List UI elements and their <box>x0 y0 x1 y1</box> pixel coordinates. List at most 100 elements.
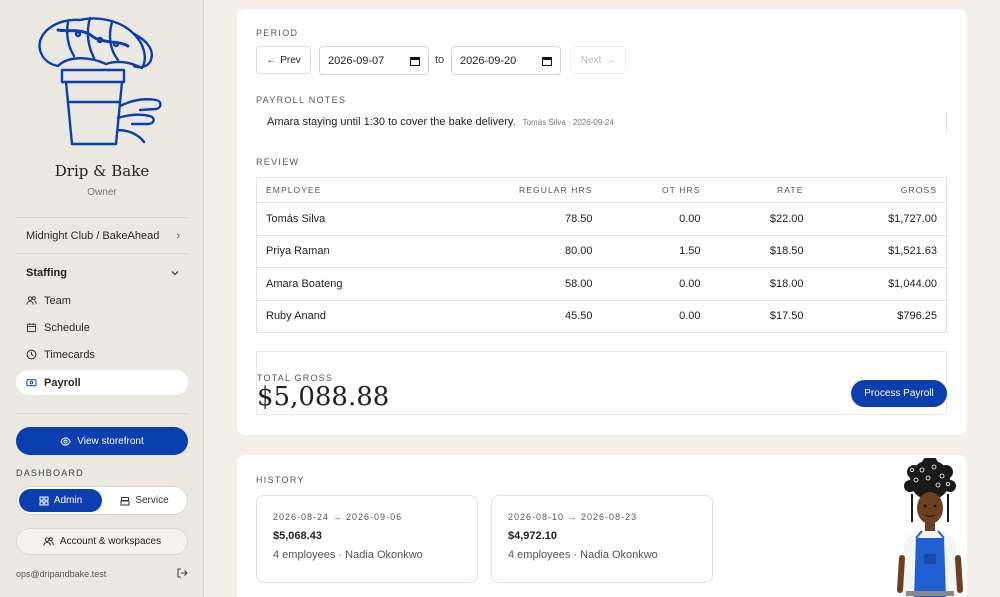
history-range: 2026-08-10 → 2026-08-23 <box>508 512 638 522</box>
sidebar-item-label: Payroll <box>44 376 81 389</box>
sidebar-item-label: Schedule <box>44 321 90 334</box>
sidebar-item-schedule[interactable]: Schedule <box>16 315 188 340</box>
calendar-icon <box>542 56 552 66</box>
date-range-separator: to <box>435 54 445 66</box>
note-meta: Tomás Silva · 2026-09-24 <box>522 117 614 127</box>
employee-cell: Ruby Anand <box>256 300 427 333</box>
staffing-label: Staffing <box>26 267 67 279</box>
gross-cell: $1,521.63 <box>812 235 947 268</box>
user-role: Owner <box>87 187 117 198</box>
grid-icon <box>39 496 49 506</box>
regular-hrs-cell: 80.00 <box>426 235 602 268</box>
regular-hrs-cell: 45.50 <box>426 300 602 333</box>
payroll-icon <box>26 379 37 387</box>
calendar-icon <box>26 323 37 333</box>
dashboard-mode-toggle: Admin Service <box>16 486 188 515</box>
sidebar-item-label: Timecards <box>44 348 95 361</box>
note-text: Amara staying until 1:30 to cover the ba… <box>267 116 516 128</box>
table-row: Priya Raman 80.00 1.50 $18.50 $1,521.63 <box>256 235 947 268</box>
sidebar-item-timecards[interactable]: Timecards <box>16 342 188 367</box>
workspace-selector[interactable]: Midnight Club / BakeAhead › <box>26 230 180 242</box>
prev-period-button[interactable]: ← Prev <box>256 46 311 74</box>
total-gross-panel: TOTAL GROSS $5,088.88 Process Payroll <box>256 351 947 415</box>
staffing-section-toggle[interactable]: Staffing <box>26 267 180 279</box>
arrow-left-icon: ← <box>266 54 277 66</box>
history-label: HISTORY <box>256 475 305 485</box>
col-employee: EMPLOYEE <box>256 177 427 203</box>
col-ot-hrs: OT HRS <box>601 177 710 203</box>
process-payroll-button[interactable]: Process Payroll <box>851 380 947 407</box>
table-header-row: EMPLOYEE REGULAR HRS OT HRS RATE GROSS <box>256 177 947 203</box>
gross-cell: $1,044.00 <box>812 267 947 301</box>
history-total: $4,972.10 <box>508 530 557 542</box>
col-regular-hrs: REGULAR HRS <box>426 177 602 203</box>
payroll-note: Amara staying until 1:30 to cover the ba… <box>256 112 947 132</box>
barista-avatar <box>897 458 963 597</box>
ot-hrs-cell: 1.50 <box>601 235 710 268</box>
drip-and-bake-logo <box>38 16 162 146</box>
end-date-input[interactable]: 2026-09-20 <box>451 46 561 75</box>
account-workspaces-button[interactable]: Account & workspaces <box>16 528 188 555</box>
regular-hrs-cell: 58.00 <box>426 267 602 301</box>
clock-icon <box>26 349 37 360</box>
employee-cell: Priya Raman <box>256 235 427 268</box>
ot-hrs-cell: 0.00 <box>601 267 710 301</box>
admin-mode-label: Admin <box>53 495 83 506</box>
rate-cell: $22.00 <box>709 202 813 236</box>
ot-hrs-cell: 0.00 <box>601 300 710 333</box>
rate-cell: $18.50 <box>709 235 813 268</box>
chevron-down-icon <box>171 271 179 276</box>
next-label: Next <box>580 54 602 66</box>
divider <box>16 253 188 254</box>
next-period-button[interactable]: Next → <box>570 46 626 74</box>
dashboard-label: DASHBOARD <box>16 468 84 478</box>
divider <box>16 413 188 414</box>
rate-cell: $18.00 <box>709 267 813 301</box>
chevron-right-icon: › <box>176 230 180 242</box>
logout-icon[interactable] <box>176 567 188 579</box>
start-date-input[interactable]: 2026-09-07 <box>319 46 429 75</box>
sidebar-item-payroll[interactable]: Payroll <box>16 370 188 395</box>
divider <box>16 217 188 218</box>
gross-cell: $796.25 <box>812 300 947 333</box>
user-email: ops@dripandbake.test <box>16 569 107 579</box>
arrow-right-icon: → <box>605 54 616 66</box>
history-range: 2026-08-24 → 2026-09-06 <box>273 512 403 522</box>
start-date-value: 2026-09-07 <box>328 54 385 67</box>
history-item[interactable]: 2026-08-10 → 2026-08-23 $4,972.10 4 empl… <box>491 495 713 583</box>
gross-cell: $1,727.00 <box>812 202 947 236</box>
history-total: $5,068.43 <box>273 530 322 542</box>
calendar-icon <box>410 56 420 66</box>
view-storefront-label: View storefront <box>77 435 144 447</box>
review-table: EMPLOYEE REGULAR HRS OT HRS RATE GROSS T… <box>256 177 947 333</box>
table-row: Ruby Anand 45.50 0.00 $17.50 $796.25 <box>256 300 947 333</box>
end-date-value: 2026-09-20 <box>460 54 517 67</box>
account-workspaces-label: Account & workspaces <box>59 536 162 547</box>
table-row: Tomás Silva 78.50 0.00 $22.00 $1,727.00 <box>256 202 947 236</box>
service-mode-label: Service <box>135 495 169 506</box>
col-rate: RATE <box>709 177 813 203</box>
service-mode-button[interactable]: Service <box>103 489 186 512</box>
history-item[interactable]: 2026-08-24 → 2026-09-06 $5,068.43 4 empl… <box>256 495 478 583</box>
admin-mode-button[interactable]: Admin <box>19 489 102 512</box>
team-icon <box>26 296 37 305</box>
sidebar-item-team[interactable]: Team <box>16 288 188 313</box>
col-gross: GROSS <box>812 177 947 203</box>
history-card: HISTORY 2026-08-24 → 2026-09-06 $5,068.4… <box>237 455 967 597</box>
brand-name: Drip & Bake <box>54 162 150 180</box>
register-icon <box>120 496 130 505</box>
table-row: Amara Boateng 58.00 0.00 $18.00 $1,044.0… <box>256 267 947 301</box>
employee-cell: Amara Boateng <box>256 267 427 301</box>
payroll-notes-label: PAYROLL NOTES <box>256 95 347 105</box>
users-icon <box>43 537 54 546</box>
workspace-label: Midnight Club / BakeAhead <box>26 230 160 242</box>
view-storefront-button[interactable]: View storefront <box>16 427 188 455</box>
eye-icon <box>60 436 71 446</box>
period-label: PERIOD <box>256 28 299 38</box>
sidebar: Drip & Bake Owner Midnight Club / BakeAh… <box>0 0 204 597</box>
history-meta: 4 employees · Nadia Okonkwo <box>508 549 658 561</box>
prev-label: Prev <box>280 54 301 66</box>
review-label: REVIEW <box>256 157 300 167</box>
payroll-card: PERIOD ← Prev 2026-09-07 to 2026-09-20 N… <box>237 9 967 435</box>
ot-hrs-cell: 0.00 <box>601 202 710 236</box>
